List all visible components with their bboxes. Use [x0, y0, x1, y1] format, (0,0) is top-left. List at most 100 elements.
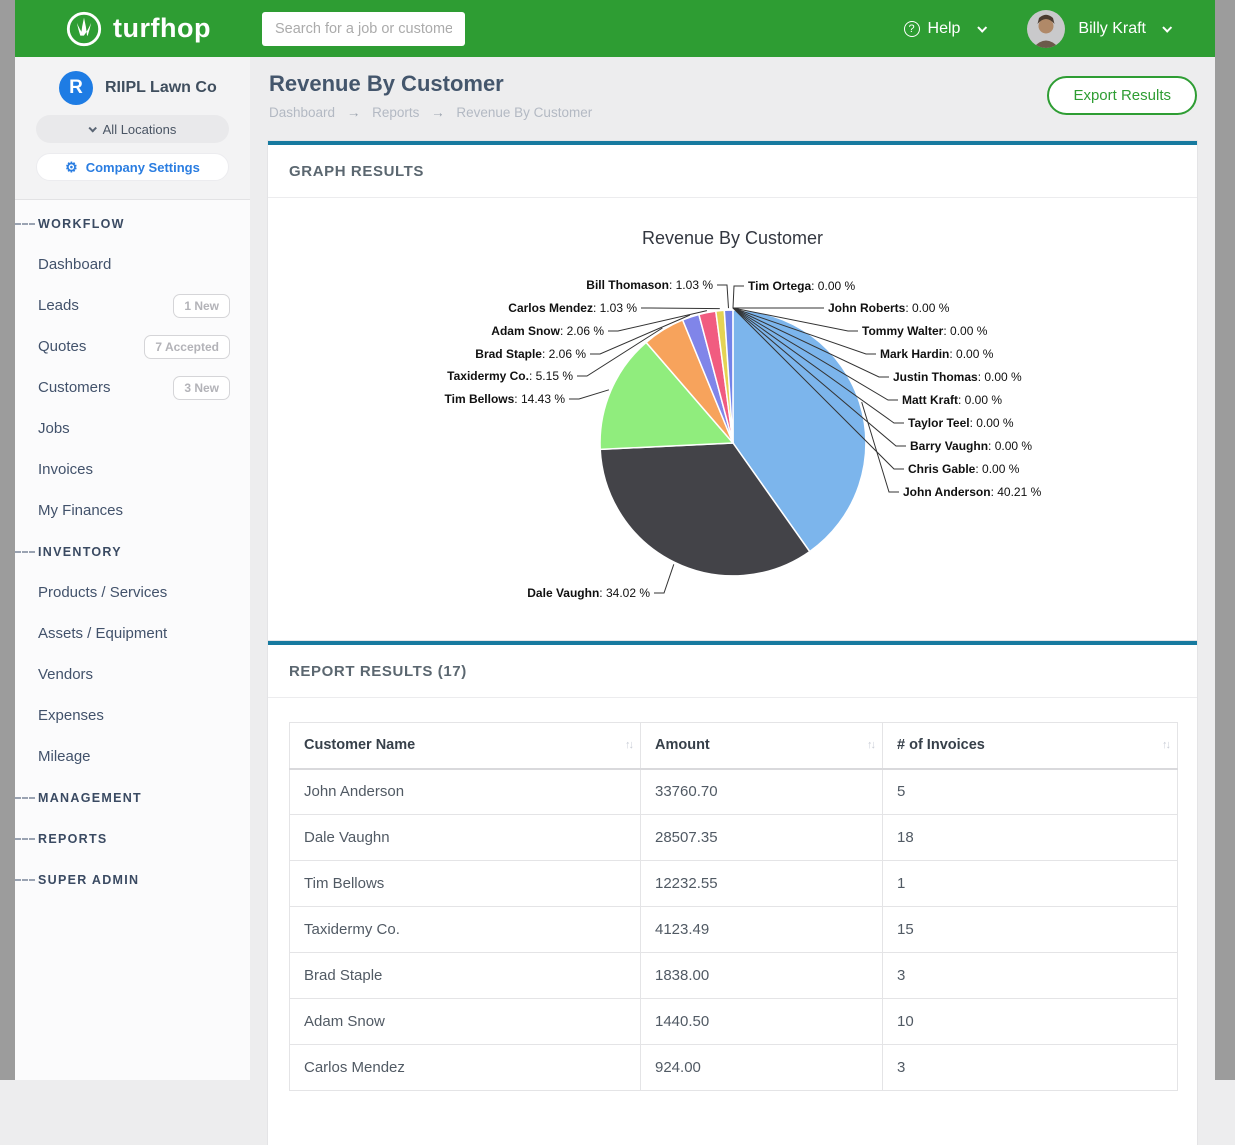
column-header-amount[interactable]: Amount ↑↓	[641, 723, 883, 769]
export-results-button[interactable]: Export Results	[1047, 76, 1197, 115]
sidebar-nav: WORKFLOW Dashboard Leads 1 New Quotes7 Accep…	[15, 200, 250, 900]
table-row: Adam Snow1440.5010	[290, 999, 1178, 1045]
sidebar-section-label: SUPER ADMIN	[38, 873, 139, 887]
cell-invoices: 18	[883, 815, 1178, 861]
cell-customer-name: Tim Bellows	[290, 861, 641, 907]
cell-customer-name: Brad Staple	[290, 953, 641, 999]
chevron-down-icon	[1162, 23, 1172, 33]
sidebar-item-label: Mileage	[38, 748, 91, 765]
sidebar-item-quotes[interactable]: Quotes7 Accepted	[15, 326, 250, 367]
sidebar-item-label: Products / Services	[38, 584, 167, 601]
turfhop-logo[interactable]: turfhop	[65, 10, 211, 48]
cell-amount: 33760.70	[641, 769, 883, 815]
top-navbar: turfhop ? Help Billy Kraft	[15, 0, 1215, 57]
cell-invoices: 15	[883, 907, 1178, 953]
sidebar-section-workflow[interactable]: WORKFLOW	[15, 203, 250, 244]
table-row: Taxidermy Co.4123.4915	[290, 907, 1178, 953]
graph-results-panel: GRAPH RESULTS Revenue By Customer John A…	[268, 141, 1197, 640]
sidebar-item-vendors[interactable]: Vendors	[15, 654, 250, 695]
pie-label-connector	[569, 390, 609, 399]
sidebar-item-dashboard[interactable]: Dashboard	[15, 244, 250, 285]
sidebar-item-assets-equipment[interactable]: Assets / Equipment	[15, 613, 250, 654]
sidebar-section-label: INVENTORY	[38, 545, 122, 559]
pie-label-brad-staple: Brad Staple: 2.06 %	[475, 347, 586, 361]
help-label: Help	[928, 20, 961, 38]
cell-customer-name: Taxidermy Co.	[290, 907, 641, 953]
sidebar-item-label: Assets / Equipment	[38, 625, 167, 642]
sidebar-item-products-services[interactable]: Products / Services	[15, 572, 250, 613]
cell-invoices: 3	[883, 1045, 1178, 1091]
sidebar-item-leads[interactable]: Leads 1 New	[15, 285, 250, 326]
cell-customer-name: John Anderson	[290, 769, 641, 815]
cell-customer-name: Dale Vaughn	[290, 815, 641, 861]
breadcrumb-arrow-icon: →	[431, 105, 445, 120]
breadcrumb-reports[interactable]: Reports	[372, 105, 419, 120]
cell-amount: 1440.50	[641, 999, 883, 1045]
breadcrumb-current: Revenue By Customer	[456, 105, 592, 120]
avatar	[1027, 10, 1065, 48]
section-dash-icon	[15, 879, 35, 881]
company-switcher[interactable]: R RIIPL Lawn Co	[59, 71, 229, 105]
pie-label-connector	[641, 308, 720, 309]
cell-customer-name: Carlos Mendez	[290, 1045, 641, 1091]
cell-amount: 1838.00	[641, 953, 883, 999]
report-panel-title: REPORT RESULTS (17)	[268, 645, 1197, 698]
sidebar-section-inventory[interactable]: INVENTORY	[15, 531, 250, 572]
window-edge-left	[0, 0, 15, 1080]
column-header-label: Amount	[655, 737, 710, 753]
table-row: Dale Vaughn28507.3518	[290, 815, 1178, 861]
sidebar-section-reports[interactable]: REPORTS	[15, 818, 250, 859]
breadcrumb-dashboard[interactable]: Dashboard	[269, 105, 335, 120]
pie-label-john-anderson: John Anderson: 40.21 %	[903, 485, 1042, 499]
user-menu[interactable]: Billy Kraft	[1027, 10, 1170, 48]
sidebar-item-expenses[interactable]: Expenses	[15, 695, 250, 736]
breadcrumb-arrow-icon: →	[347, 105, 361, 120]
sidebar-item-badge: 3 New	[173, 376, 230, 400]
sidebar-item-label: Invoices	[38, 461, 93, 478]
table-row: Carlos Mendez924.003	[290, 1045, 1178, 1091]
sidebar-item-label: Jobs	[38, 420, 70, 437]
sidebar-item-label: Dashboard	[38, 256, 111, 273]
sidebar-item-label: Customers	[38, 379, 111, 396]
graph-panel-title: GRAPH RESULTS	[268, 145, 1197, 198]
sidebar-item-customers[interactable]: Customers 3 New	[15, 367, 250, 408]
cell-amount: 28507.35	[641, 815, 883, 861]
pie-label-john-roberts: John Roberts: 0.00 %	[828, 301, 950, 315]
sidebar-section-label: REPORTS	[38, 832, 108, 846]
locations-dropdown[interactable]: All Locations	[36, 115, 229, 143]
sort-arrows-icon: ↑↓	[867, 739, 874, 751]
column-header-customer-name[interactable]: Customer Name↑↓	[290, 723, 641, 769]
help-icon: ?	[904, 21, 920, 37]
pie-label-tommy-walter: Tommy Walter: 0.00 %	[862, 324, 988, 338]
chevron-down-icon	[88, 124, 96, 132]
sidebar-item-mileage[interactable]: Mileage	[15, 736, 250, 777]
pie-label-matt-kraft: Matt Kraft: 0.00 %	[902, 393, 1002, 407]
window-edge-right	[1215, 0, 1235, 1080]
pie-label-taylor-teel: Taylor Teel: 0.00 %	[908, 416, 1014, 430]
sidebar-item-label: Expenses	[38, 707, 104, 724]
sidebar-item-invoices[interactable]: Invoices	[15, 449, 250, 490]
sidebar-item-label: Vendors	[38, 666, 93, 683]
sidebar-item-jobs[interactable]: Jobs	[15, 408, 250, 449]
pie-label-tim-bellows: Tim Bellows: 14.43 %	[445, 392, 566, 406]
sidebar-item-badge: 1 New	[173, 294, 230, 318]
sidebar-item-my-finances[interactable]: My Finances	[15, 490, 250, 531]
search-input[interactable]	[262, 12, 465, 46]
column-header-of-invoices[interactable]: # of Invoices↑↓	[883, 723, 1178, 769]
company-settings-button[interactable]: ⚙ Company Settings	[36, 153, 229, 181]
cell-invoices: 5	[883, 769, 1178, 815]
sidebar-section-super-admin[interactable]: SUPER ADMIN	[15, 859, 250, 900]
pie-label-tim-ortega: Tim Ortega: 0.00 %	[748, 279, 855, 293]
section-dash-icon	[15, 797, 35, 799]
column-header-label: Customer Name	[304, 737, 415, 753]
sidebar-section-management[interactable]: MANAGEMENT	[15, 777, 250, 818]
section-dash-icon	[15, 223, 35, 225]
help-menu[interactable]: ? Help	[904, 20, 986, 38]
pie-chart: Revenue By Customer John Anderson: 40.21…	[268, 202, 1197, 640]
sidebar-item-label: Quotes	[38, 338, 86, 355]
column-header-label: # of Invoices	[897, 737, 985, 753]
cell-amount: 924.00	[641, 1045, 883, 1091]
report-table: Customer Name↑↓ Amount ↑↓ # of Invoices↑↓ J…	[289, 722, 1178, 1091]
sidebar-item-label: Leads	[38, 297, 79, 314]
pie-label-chris-gable: Chris Gable: 0.00 %	[908, 462, 1020, 476]
